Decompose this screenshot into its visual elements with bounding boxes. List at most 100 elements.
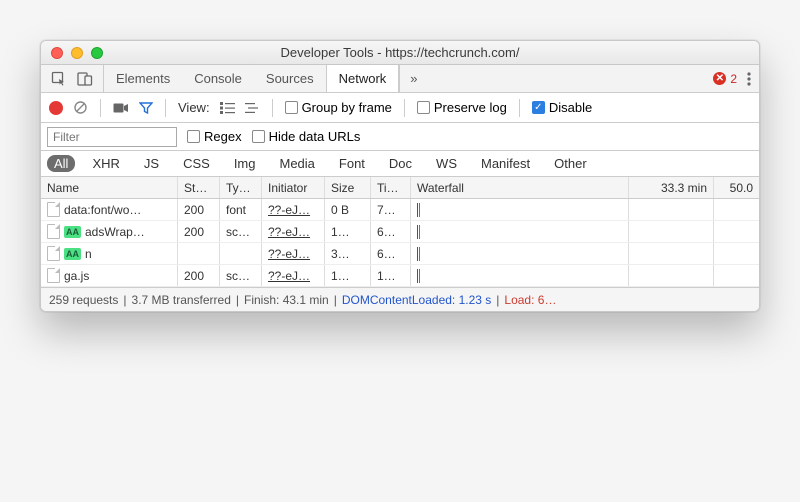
cell-initiator[interactable]: ??-eJ… <box>262 243 325 264</box>
type-css[interactable]: CSS <box>176 155 217 172</box>
cell-waterfall <box>411 199 629 220</box>
cell-initiator[interactable]: ??-eJ… <box>262 199 325 220</box>
cell-extra <box>714 199 759 220</box>
close-window-button[interactable] <box>51 47 63 59</box>
cell-type: sc… <box>220 265 262 286</box>
clear-icon[interactable] <box>73 100 88 115</box>
network-table: Name St… Ty… Initiator Size Ti… Waterfal… <box>41 177 759 287</box>
col-type[interactable]: Ty… <box>220 177 262 198</box>
cell-size: 3… <box>325 243 371 264</box>
error-badge[interactable]: ✕ 2 <box>713 72 737 86</box>
col-minutes: 33.3 min <box>629 177 714 198</box>
view-label: View: <box>178 100 210 115</box>
cell-extra <box>714 221 759 242</box>
filter-input[interactable] <box>47 127 177 147</box>
col-name[interactable]: Name <box>41 177 178 198</box>
filter-row: Regex Hide data URLs <box>41 123 759 151</box>
preserve-log-checkbox[interactable]: Preserve log <box>417 100 507 115</box>
cell-extra <box>714 265 759 286</box>
ad-badge: AA <box>64 226 81 238</box>
type-manifest[interactable]: Manifest <box>474 155 537 172</box>
cell-name: data:font/wo… <box>41 199 178 220</box>
cell-name: ga.js <box>41 265 178 286</box>
status-domcontentloaded: DOMContentLoaded: 1.23 s <box>342 293 491 307</box>
table-row[interactable]: ga.js 200 sc… ??-eJ… 1… 1… <box>41 265 759 287</box>
inspect-controls <box>41 65 104 92</box>
type-ws[interactable]: WS <box>429 155 464 172</box>
error-count: 2 <box>730 72 737 86</box>
camera-icon[interactable] <box>113 102 129 114</box>
type-js[interactable]: JS <box>137 155 166 172</box>
type-all[interactable]: All <box>47 155 75 172</box>
file-icon <box>47 268 60 283</box>
table-row[interactable]: data:font/wo… 200 font ??-eJ… 0 B 7… <box>41 199 759 221</box>
checkbox-icon <box>252 130 265 143</box>
cell-min <box>629 265 714 286</box>
col-size[interactable]: Size <box>325 177 371 198</box>
col-initiator[interactable]: Initiator <box>262 177 325 198</box>
cell-size: 0 B <box>325 199 371 220</box>
col-time[interactable]: Ti… <box>371 177 411 198</box>
table-body: data:font/wo… 200 font ??-eJ… 0 B 7… AA … <box>41 199 759 287</box>
type-xhr[interactable]: XHR <box>85 155 126 172</box>
panel-tabbar: Elements Console Sources Network » ✕ 2 <box>41 65 759 93</box>
type-media[interactable]: Media <box>272 155 321 172</box>
settings-menu-icon[interactable] <box>747 71 751 87</box>
cell-initiator[interactable]: ??-eJ… <box>262 265 325 286</box>
checkbox-icon <box>417 101 430 114</box>
tab-network[interactable]: Network <box>326 65 400 92</box>
status-transferred: 3.7 MB transferred <box>132 293 231 307</box>
col-extra: 50.0 <box>714 177 759 198</box>
hide-data-urls-checkbox[interactable]: Hide data URLs <box>252 129 361 144</box>
cell-size: 1… <box>325 265 371 286</box>
tab-console[interactable]: Console <box>182 65 254 92</box>
file-name: data:font/wo… <box>64 203 141 217</box>
cell-extra <box>714 243 759 264</box>
group-by-frame-checkbox[interactable]: Group by frame <box>285 100 392 115</box>
inspect-element-icon[interactable] <box>51 71 67 87</box>
zoom-window-button[interactable] <box>91 47 103 59</box>
cell-time: 6… <box>371 243 411 264</box>
cell-status: 200 <box>178 221 220 242</box>
col-status[interactable]: St… <box>178 177 220 198</box>
disable-cache-checkbox[interactable]: Disable <box>532 100 592 115</box>
status-finish: Finish: 43.1 min <box>244 293 329 307</box>
large-rows-icon[interactable] <box>220 102 235 114</box>
tab-sources[interactable]: Sources <box>254 65 326 92</box>
type-doc[interactable]: Doc <box>382 155 419 172</box>
tab-elements[interactable]: Elements <box>104 65 182 92</box>
record-button[interactable] <box>49 101 63 115</box>
checkbox-icon <box>285 101 298 114</box>
col-waterfall[interactable]: Waterfall <box>411 177 629 198</box>
type-font[interactable]: Font <box>332 155 372 172</box>
cell-time: 7… <box>371 199 411 220</box>
cell-type: font <box>220 199 262 220</box>
filter-icon[interactable] <box>139 101 153 115</box>
status-bar: 259 requests | 3.7 MB transferred | Fini… <box>41 287 759 311</box>
error-icon: ✕ <box>713 72 726 85</box>
table-row[interactable]: AA adsWrap… 200 sc… ??-eJ… 1… 6… <box>41 221 759 243</box>
cell-status: 200 <box>178 199 220 220</box>
regex-checkbox[interactable]: Regex <box>187 129 242 144</box>
device-mode-icon[interactable] <box>77 71 93 87</box>
checkbox-icon <box>187 130 200 143</box>
minimize-window-button[interactable] <box>71 47 83 59</box>
devtools-window: Developer Tools - https://techcrunch.com… <box>40 40 760 312</box>
cell-min <box>629 199 714 220</box>
status-load: Load: 6… <box>504 293 556 307</box>
cell-name: AA n <box>41 243 178 264</box>
file-name: n <box>85 247 92 261</box>
cell-min <box>629 243 714 264</box>
table-header: Name St… Ty… Initiator Size Ti… Waterfal… <box>41 177 759 199</box>
cell-status: 200 <box>178 265 220 286</box>
window-title: Developer Tools - https://techcrunch.com… <box>41 45 759 60</box>
cell-time: 1… <box>371 265 411 286</box>
checkbox-checked-icon <box>532 101 545 114</box>
type-img[interactable]: Img <box>227 155 263 172</box>
type-other[interactable]: Other <box>547 155 594 172</box>
table-row[interactable]: AA n ??-eJ… 3… 6… <box>41 243 759 265</box>
small-rows-icon[interactable] <box>245 102 260 114</box>
cell-initiator[interactable]: ??-eJ… <box>262 221 325 242</box>
tab-overflow[interactable]: » <box>399 65 427 92</box>
cell-status <box>178 243 220 264</box>
